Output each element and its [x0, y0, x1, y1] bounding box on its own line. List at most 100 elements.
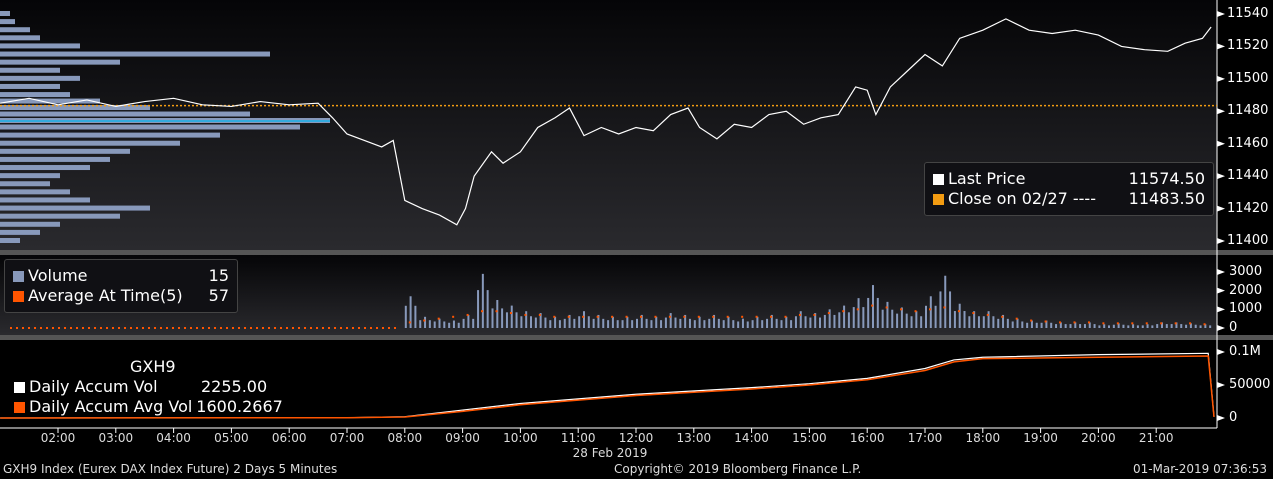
panel-divider — [0, 250, 1273, 255]
avg-marker — [466, 313, 469, 316]
volume-bar — [862, 307, 865, 328]
footer-security: GXH9 Index (Eurex DAX Index Future) 2 Da… — [3, 462, 338, 476]
avg-dot — [16, 327, 18, 329]
avg-marker — [582, 315, 585, 318]
volume-bar — [852, 307, 855, 328]
volume-bar — [756, 316, 759, 328]
avg-marker — [929, 308, 931, 311]
avg-marker — [654, 315, 657, 318]
avg-marker — [770, 315, 773, 318]
y-tick — [1217, 205, 1225, 212]
x-tick-label: 15:00 — [792, 431, 827, 445]
x-tick-label: 18:00 — [965, 431, 1001, 445]
avg-dot — [238, 327, 240, 329]
avg-marker — [885, 306, 888, 309]
volume-bar — [472, 318, 475, 328]
volume-profile-bar — [0, 148, 130, 154]
avg-dot — [106, 327, 108, 329]
volume-profile-bar — [0, 221, 60, 227]
volume-bar — [1151, 325, 1154, 328]
avg-marker — [668, 315, 671, 318]
avg-marker — [1116, 322, 1119, 325]
volume-bar — [1185, 324, 1188, 328]
volume-bar — [1006, 318, 1009, 328]
accum-vol-swatch — [14, 381, 25, 393]
volume-bar — [655, 316, 658, 328]
volume-profile-bar — [0, 35, 40, 41]
volume-bar — [1050, 322, 1053, 328]
avg-dot — [328, 327, 330, 329]
volume-profile-bar — [0, 43, 80, 49]
volume-profile-bar — [0, 59, 120, 65]
avg-marker — [842, 310, 845, 313]
volume-bar — [1146, 324, 1149, 328]
volume-bar — [1030, 320, 1033, 328]
volume-bar — [1180, 324, 1183, 328]
avg-dot — [10, 327, 12, 329]
volume-profile-bar — [0, 197, 90, 203]
volume-bar — [592, 318, 595, 328]
volume-bar — [505, 312, 508, 328]
volume-profile-bar — [0, 92, 70, 98]
avg-dot — [382, 327, 384, 329]
volume-bar — [857, 298, 860, 328]
volume-bar — [1083, 324, 1086, 328]
volume-bar — [727, 316, 730, 328]
avg-dot — [316, 327, 318, 329]
volume-swatch — [13, 270, 24, 282]
avg-marker — [986, 313, 989, 316]
x-tick-label: 16:00 — [849, 431, 885, 445]
avg-marker — [972, 312, 975, 315]
avg-marker — [596, 315, 599, 318]
y-tick — [1217, 269, 1225, 275]
avg-marker — [1160, 322, 1163, 325]
avg-dot — [232, 327, 234, 329]
avg-marker — [798, 313, 801, 316]
volume-bar — [587, 316, 590, 328]
avg-marker — [827, 312, 830, 315]
volume-bar — [1026, 322, 1029, 328]
avg-dot — [208, 327, 210, 329]
volume-bar — [1093, 324, 1096, 328]
avg-marker — [1145, 322, 1148, 325]
avg-dot — [280, 327, 282, 329]
volume-bar — [645, 318, 648, 328]
avg-marker — [1203, 323, 1206, 326]
avg-dot — [52, 327, 54, 329]
volume-bar — [1108, 325, 1110, 328]
volume-profile-bar — [0, 19, 15, 25]
volume-bar — [457, 322, 460, 328]
avg-dot — [70, 327, 72, 329]
y-tick-label: 0.1M — [1229, 344, 1261, 359]
accum-vol-value: 2255.00 — [201, 377, 268, 396]
avg-dot — [76, 327, 78, 329]
volume-bar — [741, 318, 744, 328]
avg-dot — [334, 327, 336, 329]
volume-bar — [693, 320, 696, 328]
volume-profile-bar — [0, 140, 180, 146]
volume-bar — [481, 273, 484, 328]
volume-bar — [997, 318, 1000, 328]
volume-bar — [549, 320, 552, 328]
y-tick-label: 2000 — [1229, 282, 1263, 298]
avg-marker — [437, 317, 440, 320]
volume-bar — [1112, 324, 1115, 328]
volume-bar — [404, 305, 407, 328]
volume-bar — [558, 320, 561, 328]
volume-bar — [799, 311, 802, 328]
volume-bar — [1170, 324, 1173, 328]
volume-bar — [944, 275, 947, 328]
volume-bar — [977, 316, 980, 328]
price-legend: Last Price 11574.50 Close on 02/27 ---- 11… — [924, 162, 1214, 216]
avg-dot — [100, 327, 102, 329]
volume-bar — [669, 313, 672, 328]
avg-swatch — [13, 290, 24, 302]
avg-dot — [64, 327, 66, 329]
accum-avg-swatch — [14, 401, 25, 413]
volume-bar — [1156, 324, 1159, 328]
volume-bar — [1127, 325, 1130, 328]
volume-label: Volume — [28, 266, 88, 285]
volume-bar — [761, 320, 764, 328]
volume-profile-bar — [0, 229, 40, 235]
volume-bar — [766, 318, 769, 328]
